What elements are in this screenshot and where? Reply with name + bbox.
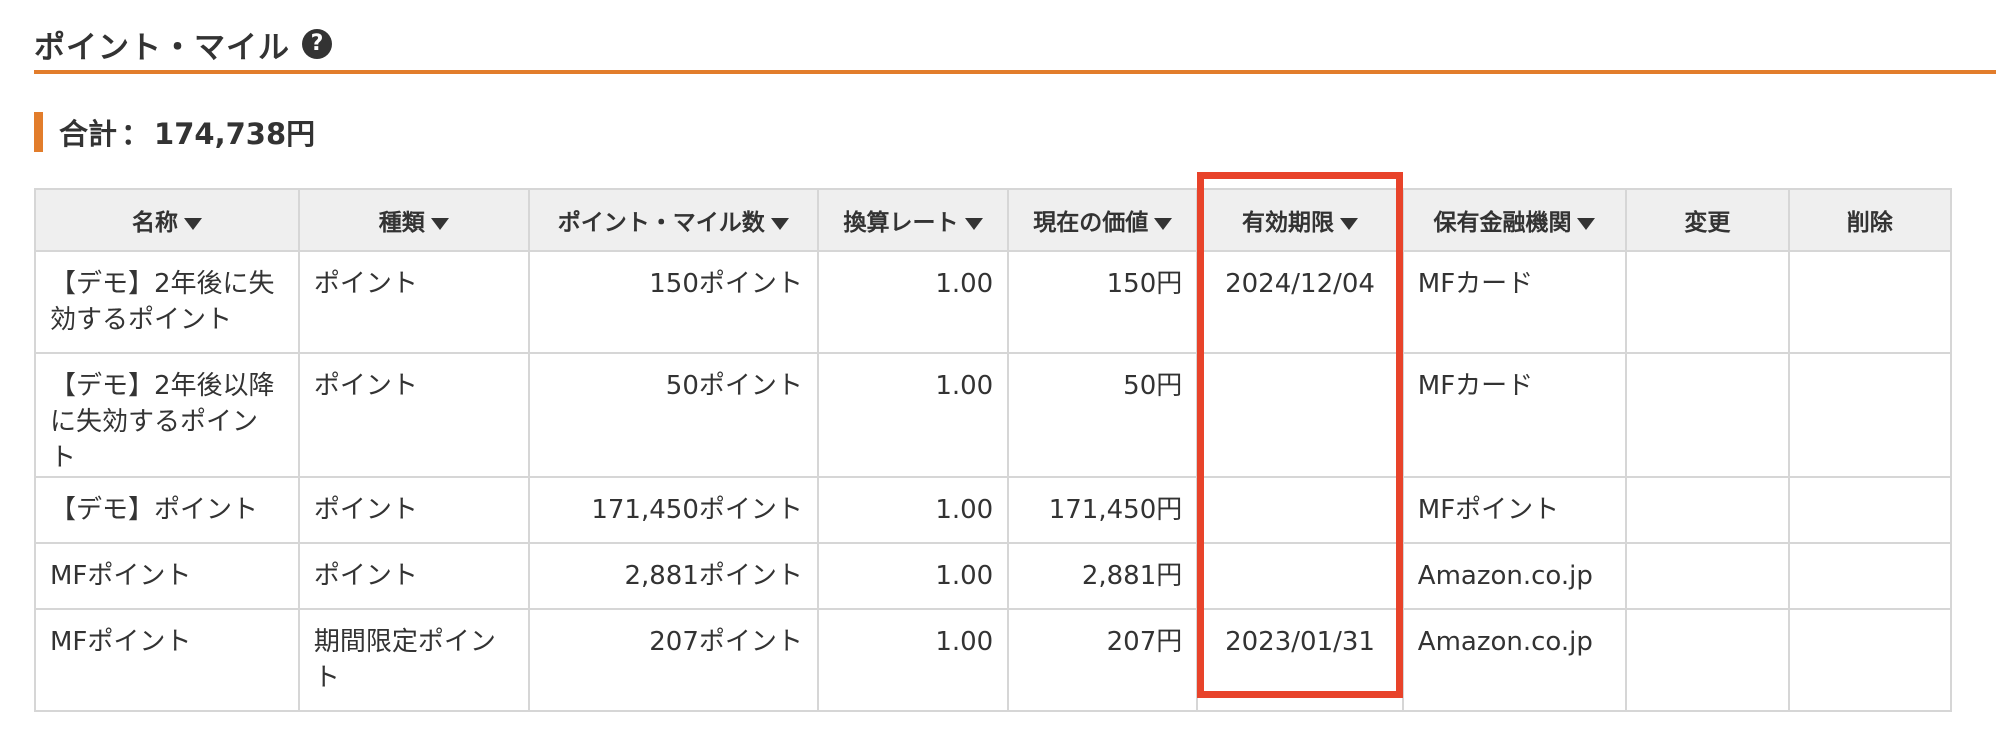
column-header-points[interactable]: ポイント・マイル数 xyxy=(527,188,819,252)
cell-expiry: 2024/12/04 xyxy=(1196,250,1404,354)
cell-edit[interactable] xyxy=(1625,352,1790,478)
cell-delete[interactable] xyxy=(1787,608,1953,712)
cell-rate: 1.00 xyxy=(816,542,1010,610)
cell-institution: MFカード xyxy=(1401,352,1628,478)
cell-points: 150ポイント xyxy=(527,250,819,354)
cell-points: 2,881ポイント xyxy=(527,542,819,610)
sort-down-icon[interactable] xyxy=(1577,217,1596,230)
sort-down-icon[interactable] xyxy=(183,217,202,230)
sort-down-icon[interactable] xyxy=(1154,217,1173,230)
column-header-delete: 削除 xyxy=(1787,188,1953,252)
total-summary: 合計 ： 174,738円 xyxy=(34,112,315,152)
cell-expiry xyxy=(1196,476,1404,544)
cell-name: MFポイント xyxy=(34,608,300,712)
cell-type: ポイント xyxy=(297,476,530,544)
total-separator: ： xyxy=(121,117,151,151)
cell-rate: 1.00 xyxy=(816,250,1010,354)
cell-type: ポイント xyxy=(297,542,530,610)
table-row: 【デモ】2年後以降に失効するポイント ポイント 50ポイント 1.00 50円 … xyxy=(34,352,1953,478)
column-header-institution[interactable]: 保有金融機関 xyxy=(1401,188,1628,252)
column-header-name[interactable]: 名称 xyxy=(34,188,300,252)
cell-edit[interactable] xyxy=(1625,476,1790,544)
points-table: 名称 種類 ポイント・マイル数 換算レート 現在の価値 有効期限 保有金融機関 … xyxy=(34,188,1953,712)
cell-points: 50ポイント xyxy=(527,352,819,478)
sort-down-icon[interactable] xyxy=(430,217,449,230)
points-miles-page: ポイント・マイル ? 合計 ： 174,738円 名称 種類 ポイント・マイル数… xyxy=(0,0,1996,730)
table-header-row: 名称 種類 ポイント・マイル数 換算レート 現在の価値 有効期限 保有金融機関 … xyxy=(34,188,1953,252)
cell-name: 【デモ】ポイント xyxy=(34,476,300,544)
table-row: MFポイント ポイント 2,881ポイント 1.00 2,881円 Amazon… xyxy=(34,542,1953,610)
sort-down-icon[interactable] xyxy=(770,217,789,230)
column-header-value[interactable]: 現在の価値 xyxy=(1007,188,1199,252)
cell-type: ポイント xyxy=(297,250,530,354)
cell-type: ポイント xyxy=(297,352,530,478)
table-row: MFポイント 期間限定ポイント 207ポイント 1.00 207円 2023/0… xyxy=(34,608,1953,712)
sort-down-icon[interactable] xyxy=(964,217,983,230)
cell-points: 171,450ポイント xyxy=(527,476,819,544)
column-header-edit: 変更 xyxy=(1625,188,1790,252)
cell-points: 207ポイント xyxy=(527,608,819,712)
cell-name: MFポイント xyxy=(34,542,300,610)
table-row: 【デモ】2年後に失効するポイント ポイント 150ポイント 1.00 150円 … xyxy=(34,250,1953,354)
column-header-expiry[interactable]: 有効期限 xyxy=(1196,188,1404,252)
total-label: 合計 xyxy=(59,117,118,151)
cell-expiry: 2023/01/31 xyxy=(1196,608,1404,712)
cell-edit[interactable] xyxy=(1625,608,1790,712)
cell-institution: Amazon.co.jp xyxy=(1401,608,1628,712)
column-header-rate[interactable]: 換算レート xyxy=(816,188,1010,252)
cell-value: 50円 xyxy=(1007,352,1199,478)
cell-name: 【デモ】2年後以降に失効するポイント xyxy=(34,352,300,478)
cell-edit[interactable] xyxy=(1625,542,1790,610)
section-title: ポイント・マイル xyxy=(34,29,290,66)
sort-down-icon[interactable] xyxy=(1340,217,1359,230)
total-value: 174,738円 xyxy=(154,117,316,151)
cell-rate: 1.00 xyxy=(816,476,1010,544)
cell-name: 【デモ】2年後に失効するポイント xyxy=(34,250,300,354)
question-circle-icon[interactable]: ? xyxy=(302,29,332,59)
section-header: ポイント・マイル ? xyxy=(34,18,1996,74)
cell-rate: 1.00 xyxy=(816,608,1010,712)
table-row: 【デモ】ポイント ポイント 171,450ポイント 1.00 171,450円 … xyxy=(34,476,1953,544)
column-header-type[interactable]: 種類 xyxy=(297,188,530,252)
cell-institution: MFカード xyxy=(1401,250,1628,354)
cell-type: 期間限定ポイント xyxy=(297,608,530,712)
cell-delete[interactable] xyxy=(1787,352,1953,478)
cell-edit[interactable] xyxy=(1625,250,1790,354)
cell-value: 171,450円 xyxy=(1007,476,1199,544)
cell-institution: MFポイント xyxy=(1401,476,1628,544)
cell-delete[interactable] xyxy=(1787,250,1953,354)
cell-delete[interactable] xyxy=(1787,476,1953,544)
cell-value: 207円 xyxy=(1007,608,1199,712)
cell-delete[interactable] xyxy=(1787,542,1953,610)
cell-rate: 1.00 xyxy=(816,352,1010,478)
cell-value: 2,881円 xyxy=(1007,542,1199,610)
cell-expiry xyxy=(1196,542,1404,610)
cell-value: 150円 xyxy=(1007,250,1199,354)
cell-institution: Amazon.co.jp xyxy=(1401,542,1628,610)
cell-expiry xyxy=(1196,352,1404,478)
